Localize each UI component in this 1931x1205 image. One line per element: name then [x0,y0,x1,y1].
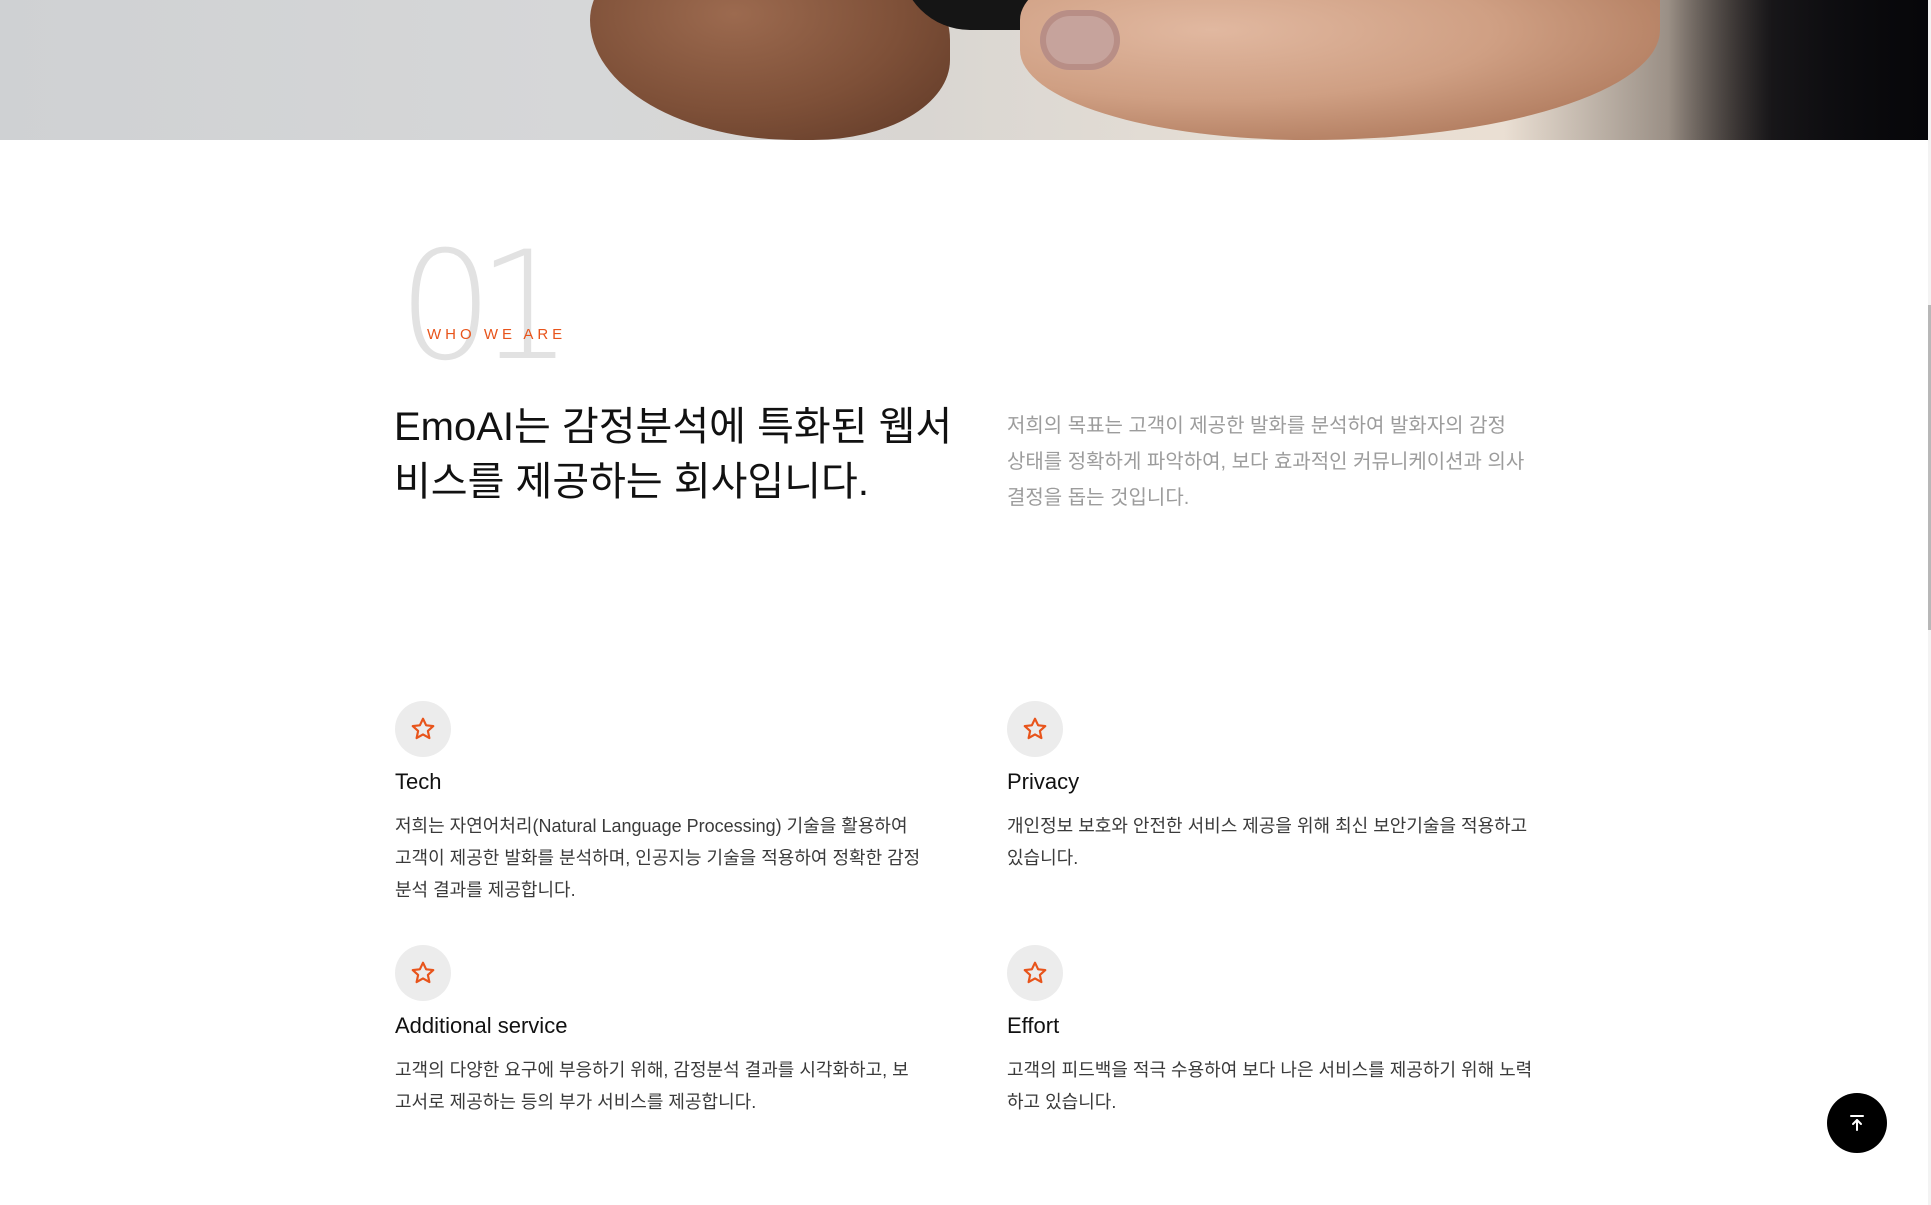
feature-icon-circle [395,701,451,757]
feature-title: Tech [395,769,442,794]
feature-tech: Tech 저희는 자연어처리(Natural Language Processi… [395,701,925,906]
feature-privacy: Privacy 개인정보 보호와 안전한 서비스 제공을 위해 최신 보안기술을… [1007,701,1537,874]
feature-title: Additional service [395,1013,568,1038]
section-number: 01 [398,220,573,394]
star-icon [411,717,435,740]
hero-hand-right [1020,0,1660,140]
feature-description: 고객의 피드백을 적극 수용하여 보다 나은 서비스를 제공하기 위해 노력하고… [1007,1060,1533,1112]
feature-description: 개인정보 보호와 안전한 서비스 제공을 위해 최신 보안기술을 적용하고 있습… [1007,816,1528,868]
section-intro: 저희의 목표는 고객이 제공한 발화를 분석하여 발화자의 감정 상태를 정확하… [1007,415,1525,509]
arrow-up-to-line-icon [1850,1115,1864,1131]
hero-hand-left [590,0,950,140]
hero-dark-edge [1668,0,1928,140]
hero-thumb [1040,10,1120,70]
feature-icon-circle [395,945,451,1001]
hero-image [0,0,1928,140]
back-to-top-button[interactable] [1827,1093,1887,1153]
page: 01 WHO WE ARE EmoAI는 감정분석에 특화된 웹서비스를 제공하… [0,0,1931,1205]
feature-title: Effort [1007,1013,1060,1038]
feature-effort: Effort 고객의 피드백을 적극 수용하여 보다 나은 서비스를 제공하기 … [1007,945,1537,1118]
star-icon [411,961,435,984]
section-eyebrow: WHO WE ARE [427,326,567,343]
feature-description: 저희는 자연어처리(Natural Language Processing) 기… [395,816,921,900]
feature-icon-circle [1007,945,1063,1001]
star-icon [1023,717,1047,740]
feature-icon-circle [1007,701,1063,757]
section-headline: EmoAI는 감정분석에 특화된 웹서비스를 제공하는 회사입니다. [394,405,953,504]
feature-additional-service: Additional service 고객의 다양한 요구에 부응하기 위해, … [395,945,925,1118]
feature-description: 고객의 다양한 요구에 부응하기 위해, 감정분석 결과를 시각화하고, 보고서… [395,1060,909,1112]
feature-title: Privacy [1007,769,1080,794]
star-icon [1023,961,1047,984]
